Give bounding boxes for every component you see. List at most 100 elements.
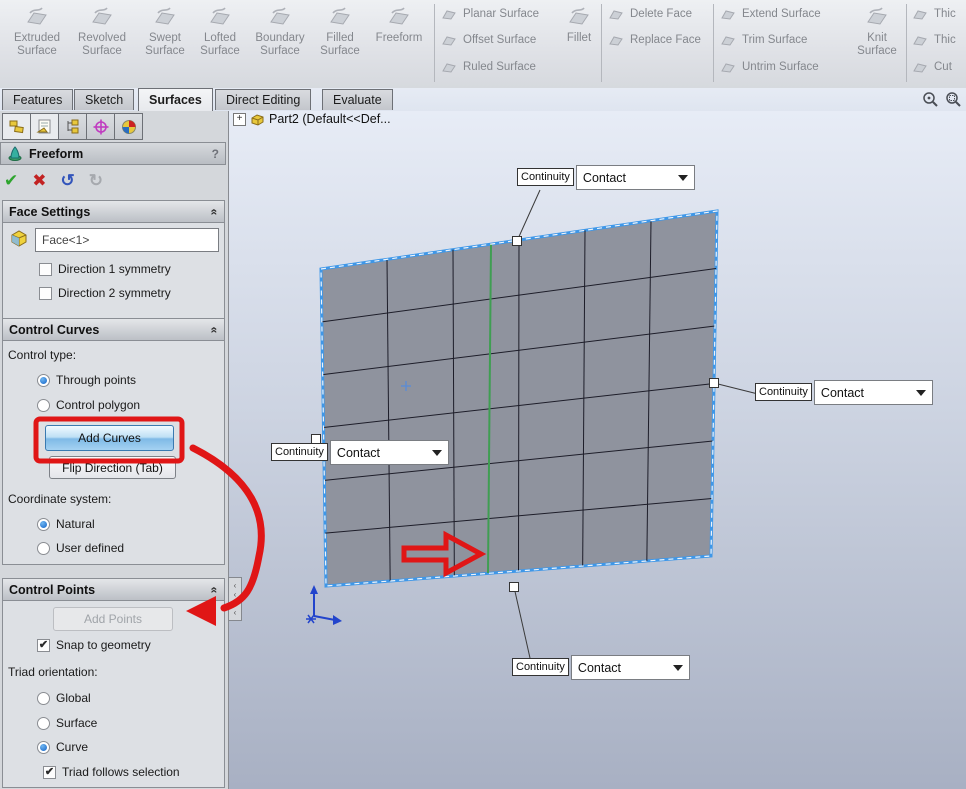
- checkbox-checked[interactable]: ✔: [37, 639, 50, 652]
- radio-unselected[interactable]: [37, 542, 50, 555]
- zoom-to-area-icon[interactable]: [945, 91, 962, 108]
- splitter-arrow-icon: ‹: [234, 581, 237, 590]
- lofted-surface-button[interactable]: Lofted Surface: [194, 4, 246, 84]
- surface-radio[interactable]: Surface: [37, 716, 97, 730]
- replace-face-button[interactable]: Replace Face: [608, 29, 701, 51]
- thickened-cut-button[interactable]: Thic: [912, 29, 956, 51]
- direction2-symmetry-checkbox[interactable]: Direction 2 symmetry: [39, 286, 171, 300]
- collapse-icon[interactable]: «: [208, 586, 222, 593]
- command-tab-bar: Features Sketch Surfaces Direct Editing …: [0, 88, 966, 111]
- filled-surface-button[interactable]: Filled Surface: [316, 4, 364, 84]
- fillet-button[interactable]: Fillet: [560, 4, 598, 84]
- radio-selected[interactable]: [37, 374, 50, 387]
- radio-unselected[interactable]: [37, 717, 50, 730]
- knit-surface-icon: [865, 4, 889, 30]
- untrim-surface-button[interactable]: Untrim Surface: [720, 56, 819, 78]
- edge-handle-bottom[interactable]: [510, 583, 519, 592]
- tab-surfaces[interactable]: Surfaces: [138, 88, 213, 111]
- button-label: Replace Face: [630, 34, 701, 47]
- revolved-surface-button[interactable]: Revolved Surface: [70, 4, 134, 84]
- ok-button[interactable]: ✔: [4, 171, 18, 191]
- thickened-cut-icon: [912, 32, 928, 48]
- help-icon[interactable]: ?: [212, 147, 219, 161]
- property-manager-tab[interactable]: [30, 113, 59, 140]
- zoom-to-fit-icon[interactable]: [922, 91, 939, 108]
- collapse-icon[interactable]: «: [208, 208, 222, 215]
- cancel-button[interactable]: ✖: [32, 171, 46, 191]
- face-settings-header[interactable]: Face Settings«: [3, 201, 224, 223]
- control-type-label: Control type:: [8, 348, 76, 362]
- checkbox-checked[interactable]: ✔: [43, 766, 56, 779]
- continuity-dropdown[interactable]: Contact: [330, 440, 449, 465]
- swept-surface-icon: [153, 4, 177, 30]
- chevron-down-icon: [916, 390, 926, 396]
- checkbox-label: Direction 2 symmetry: [58, 286, 171, 300]
- radio-label: Curve: [56, 740, 88, 754]
- button-label: Delete Face: [630, 8, 692, 21]
- edge-handle-top[interactable]: [513, 237, 522, 246]
- add-curves-button[interactable]: Add Curves: [45, 425, 174, 451]
- button-label: Add Curves: [78, 431, 141, 445]
- ribbon-divider: [906, 4, 907, 82]
- control-curves-header[interactable]: Control Curves «: [3, 319, 224, 341]
- delete-face-button[interactable]: Delete Face: [608, 3, 692, 25]
- collapse-icon[interactable]: «: [208, 326, 222, 333]
- tab-features[interactable]: Features: [2, 89, 73, 110]
- trim-surface-button[interactable]: Trim Surface: [720, 29, 807, 51]
- chevron-down-icon: [432, 450, 442, 456]
- knit-surface-button[interactable]: Knit Surface: [852, 4, 902, 84]
- tab-direct-editing[interactable]: Direct Editing: [215, 89, 311, 110]
- boundary-surface-button[interactable]: Boundary Surface: [248, 4, 312, 84]
- freeform-button[interactable]: Freeform: [368, 4, 430, 84]
- radio-unselected[interactable]: [37, 692, 50, 705]
- button-label: Thic: [934, 8, 956, 21]
- checkbox-label: Triad follows selection: [62, 765, 180, 779]
- continuity-dropdown[interactable]: Contact: [571, 655, 690, 680]
- add-points-button[interactable]: Add Points: [53, 607, 173, 631]
- button-label: Revolved Surface: [70, 32, 134, 58]
- planar-surface-button[interactable]: Planar Surface: [441, 3, 539, 25]
- group-title: Control Curves: [9, 323, 99, 337]
- extruded-surface-button[interactable]: Extruded Surface: [6, 4, 68, 84]
- continuity-dropdown[interactable]: Contact: [576, 165, 695, 190]
- cut-with-surface-button[interactable]: Cut: [912, 56, 952, 78]
- snap-to-geometry-checkbox[interactable]: ✔Snap to geometry: [37, 638, 151, 652]
- tab-evaluate[interactable]: Evaluate: [322, 89, 393, 110]
- offset-surface-icon: [441, 32, 457, 48]
- radio-selected[interactable]: [37, 741, 50, 754]
- control-polygon-radio[interactable]: Control polygon: [37, 398, 140, 412]
- thicken-button[interactable]: Thic: [912, 3, 956, 25]
- global-radio[interactable]: Global: [37, 691, 91, 705]
- control-points-header[interactable]: Control Points«: [3, 579, 224, 601]
- natural-radio[interactable]: Natural: [37, 517, 95, 531]
- radio-selected[interactable]: [37, 518, 50, 531]
- display-manager-tab[interactable]: [114, 113, 143, 140]
- undo-button[interactable]: ↺: [61, 171, 75, 191]
- flip-direction-button[interactable]: Flip Direction (Tab): [49, 456, 176, 479]
- curve-radio[interactable]: Curve: [37, 740, 88, 754]
- face-selection-field[interactable]: Face<1>: [35, 228, 219, 252]
- feature-manager-tab[interactable]: [2, 113, 31, 140]
- dimxpert-manager-tab[interactable]: [86, 113, 115, 140]
- user-defined-radio[interactable]: User defined: [37, 541, 124, 555]
- radio-label: Global: [56, 691, 91, 705]
- checkbox-unchecked[interactable]: [39, 263, 52, 276]
- ruled-surface-button[interactable]: Ruled Surface: [441, 56, 536, 78]
- freeform-property-header: Freeform ?: [0, 142, 226, 165]
- offset-surface-button[interactable]: Offset Surface: [441, 29, 536, 51]
- panel-splitter-handle[interactable]: ‹ ‹ ‹ ‹: [228, 577, 242, 621]
- checkbox-unchecked[interactable]: [39, 287, 52, 300]
- dropdown-value: Contact: [578, 661, 621, 675]
- checkbox-label: Direction 1 symmetry: [58, 262, 171, 276]
- continuity-dropdown[interactable]: Contact: [814, 380, 933, 405]
- through-points-radio[interactable]: Through points: [37, 373, 136, 387]
- triad-orientation-label: Triad orientation:: [8, 665, 98, 679]
- configuration-manager-tab[interactable]: [58, 113, 87, 140]
- triad-follows-selection-checkbox[interactable]: ✔ Triad follows selection: [43, 765, 180, 779]
- edge-handle-right[interactable]: [710, 379, 719, 388]
- radio-unselected[interactable]: [37, 399, 50, 412]
- swept-surface-button[interactable]: Swept Surface: [138, 4, 192, 84]
- extend-surface-button[interactable]: Extend Surface: [720, 3, 821, 25]
- direction1-symmetry-checkbox[interactable]: Direction 1 symmetry: [39, 262, 171, 276]
- tab-sketch[interactable]: Sketch: [74, 89, 134, 110]
